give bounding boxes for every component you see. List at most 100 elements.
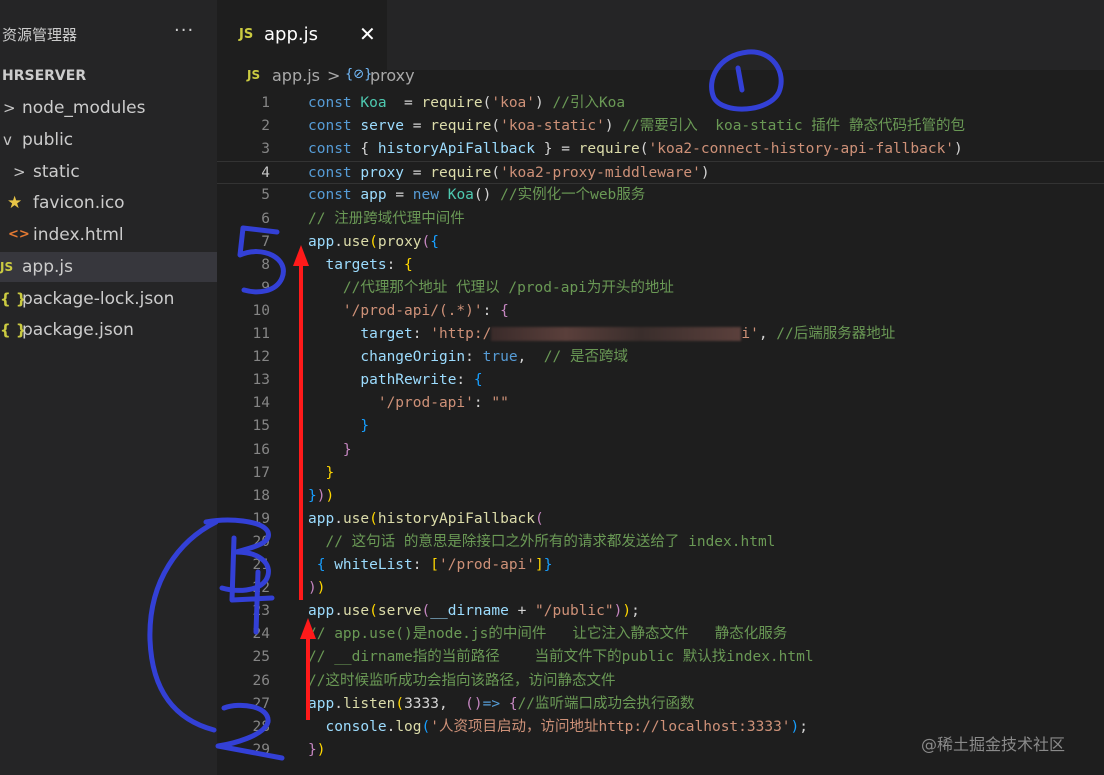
code-line[interactable]: 21 { whiteList: ['/prod-api']} <box>217 554 1104 577</box>
code-token: ( <box>535 510 544 527</box>
code-line[interactable]: 10 '/prod-api/(.*)': { <box>217 300 1104 323</box>
code-token: . <box>386 718 396 735</box>
code-token: 'koa' <box>491 95 536 111</box>
code-token: targets <box>325 256 387 273</box>
code-text: const Koa = require('koa') //引入Koa <box>308 92 625 115</box>
code-line[interactable]: 8 targets: { <box>217 254 1104 277</box>
code-token: [ <box>430 557 439 573</box>
tree-item-app-js[interactable]: JS app.js <box>0 252 217 282</box>
code-token: } <box>325 464 335 481</box>
tab-app-js[interactable]: JS app.js ✕ <box>217 0 387 70</box>
code-token: 'koa-static' <box>500 118 605 135</box>
code-token: target <box>360 326 413 342</box>
code-token: changeOrigin <box>360 349 466 366</box>
line-number: 9 <box>261 279 270 296</box>
code-token: app <box>360 187 387 204</box>
code-line[interactable]: 27 app.listen(3333, ()=> {//监听端口成功会执行函数 <box>217 693 1104 716</box>
tree-item-public[interactable]: v public <box>0 125 217 155</box>
tree-item-static[interactable]: > static <box>0 157 217 187</box>
line-number: 15 <box>252 418 270 435</box>
tree-item-label: package.json <box>22 320 134 340</box>
breadcrumb-file[interactable]: app.js <box>272 66 320 85</box>
code-line[interactable]: 26 //这时候监听成功会指向该路径，访问静态文件 <box>217 670 1104 693</box>
code-text: // app.use()是node.js的中间件 让它注入静态文件 静态化服务 <box>308 623 787 646</box>
code-line[interactable]: 12 changeOrigin: true, // 是否跨域 <box>217 346 1104 369</box>
tree-item-package-json[interactable]: { } package.json <box>0 315 217 345</box>
code-line[interactable]: 24 // app.use()是node.js的中间件 让它注入静态文件 静态化服… <box>217 623 1104 646</box>
code-text: const proxy = require('koa2-proxy-middle… <box>308 162 710 185</box>
code-token: console <box>325 718 387 735</box>
tree-item-index-html[interactable]: <> index.html <box>0 220 217 250</box>
code-token: = <box>404 165 431 182</box>
code-line[interactable]: 4 const proxy = require('koa2-proxy-middl… <box>217 161 1104 185</box>
code-token: const <box>308 187 361 204</box>
code-token: '/prod-api/(.*)' <box>342 302 483 319</box>
code-token: () <box>473 187 501 204</box>
more-actions-icon[interactable]: ··· <box>174 20 194 41</box>
explorer-title: 资源管理器 <box>2 26 78 44</box>
code-token: => <box>482 695 509 712</box>
code-token: Koa <box>360 95 387 111</box>
workspace-folder-header[interactable]: HRSERVER <box>2 68 86 84</box>
code-token: "" <box>491 395 509 412</box>
code-text: const serve = require('koa-static') //需要… <box>308 115 965 138</box>
code-token: : <box>456 372 474 389</box>
breadcrumb: JS app.js > {⊘} proxy <box>217 66 1104 86</box>
code-line[interactable]: 5 const app = new Koa() //实例化一个web服务 <box>217 184 1104 207</box>
code-line[interactable]: 16 } <box>217 439 1104 462</box>
code-line[interactable]: 20 // 这句话 的意思是除接口之外所有的请求都发送给了 index.html <box>217 531 1104 554</box>
code-line[interactable]: 6 // 注册跨域代理中间件 <box>217 208 1104 231</box>
code-token: 'koa2-proxy-middleware' <box>500 165 701 182</box>
code-token: : <box>465 349 483 366</box>
code-line[interactable]: 25 // __dirname指的当前路径 当前文件下的public 默认找ind… <box>217 646 1104 669</box>
code-token: : <box>473 395 492 412</box>
close-icon[interactable]: ✕ <box>359 22 376 46</box>
code-line[interactable]: 14 '/prod-api': "" <box>217 392 1104 415</box>
code-line[interactable]: 1 const Koa = require('koa') //引入Koa <box>217 92 1104 115</box>
code-token: . <box>334 233 343 250</box>
line-number: 26 <box>252 672 270 689</box>
tree-item-label: index.html <box>33 225 124 245</box>
code-token: //引入Koa <box>552 95 626 111</box>
code-text: // 这句话 的意思是除接口之外所有的请求都发送给了 index.html <box>308 531 775 554</box>
code-text: //代理那个地址 代理以 /prod-api为开头的地址 <box>308 277 674 300</box>
code-line[interactable]: 17 } <box>217 462 1104 485</box>
code-token: , <box>758 326 777 342</box>
code-token: ) <box>316 580 326 597</box>
code-token: pathRewrite <box>360 372 457 389</box>
code-token: = <box>386 95 422 111</box>
tree-item-label: public <box>22 130 74 150</box>
code-token: const <box>308 141 361 158</box>
code-line[interactable]: 7 app.use(proxy({ <box>217 231 1104 254</box>
breadcrumb-symbol[interactable]: proxy <box>370 66 415 85</box>
code-token: 3333, <box>404 695 466 712</box>
code-token: ( <box>491 118 501 135</box>
tree-item-label: app.js <box>22 257 73 277</box>
line-number: 20 <box>252 533 270 550</box>
tree-item-package-lock[interactable]: { } package-lock.json <box>0 284 217 314</box>
code-token: { <box>360 141 378 158</box>
code-token: ] <box>535 557 544 573</box>
code-line[interactable]: 13 pathRewrite: { <box>217 369 1104 392</box>
code-line[interactable]: 22)) <box>217 577 1104 600</box>
tree-item-label: package-lock.json <box>22 289 175 309</box>
code-line[interactable]: 2 const serve = require('koa-static') //需… <box>217 115 1104 138</box>
tree-item-node-modules[interactable]: > node_modules <box>0 93 217 123</box>
code-line[interactable]: 15 } <box>217 415 1104 438</box>
code-line[interactable]: 23 app.use(serve(__dirname + "/public")); <box>217 600 1104 623</box>
code-line[interactable]: 3 const { historyApiFallback } = require(… <box>217 138 1104 161</box>
code-line[interactable]: 18})) <box>217 485 1104 508</box>
line-number: 23 <box>252 603 270 620</box>
code-line[interactable]: 19 app.use(historyApiFallback( <box>217 508 1104 531</box>
code-text: } <box>308 415 369 438</box>
code-token: app <box>308 233 335 250</box>
code-line[interactable]: 9 //代理那个地址 代理以 /prod-api为开头的地址 <box>217 277 1104 300</box>
tree-item-favicon[interactable]: ★ favicon.ico <box>0 188 217 218</box>
code-token: serve <box>377 603 422 620</box>
line-number: 13 <box>252 372 270 389</box>
line-number: 7 <box>261 233 270 250</box>
code-line[interactable]: 11 target: 'http:/ i', //后端服务器地址 <box>217 323 1104 346</box>
